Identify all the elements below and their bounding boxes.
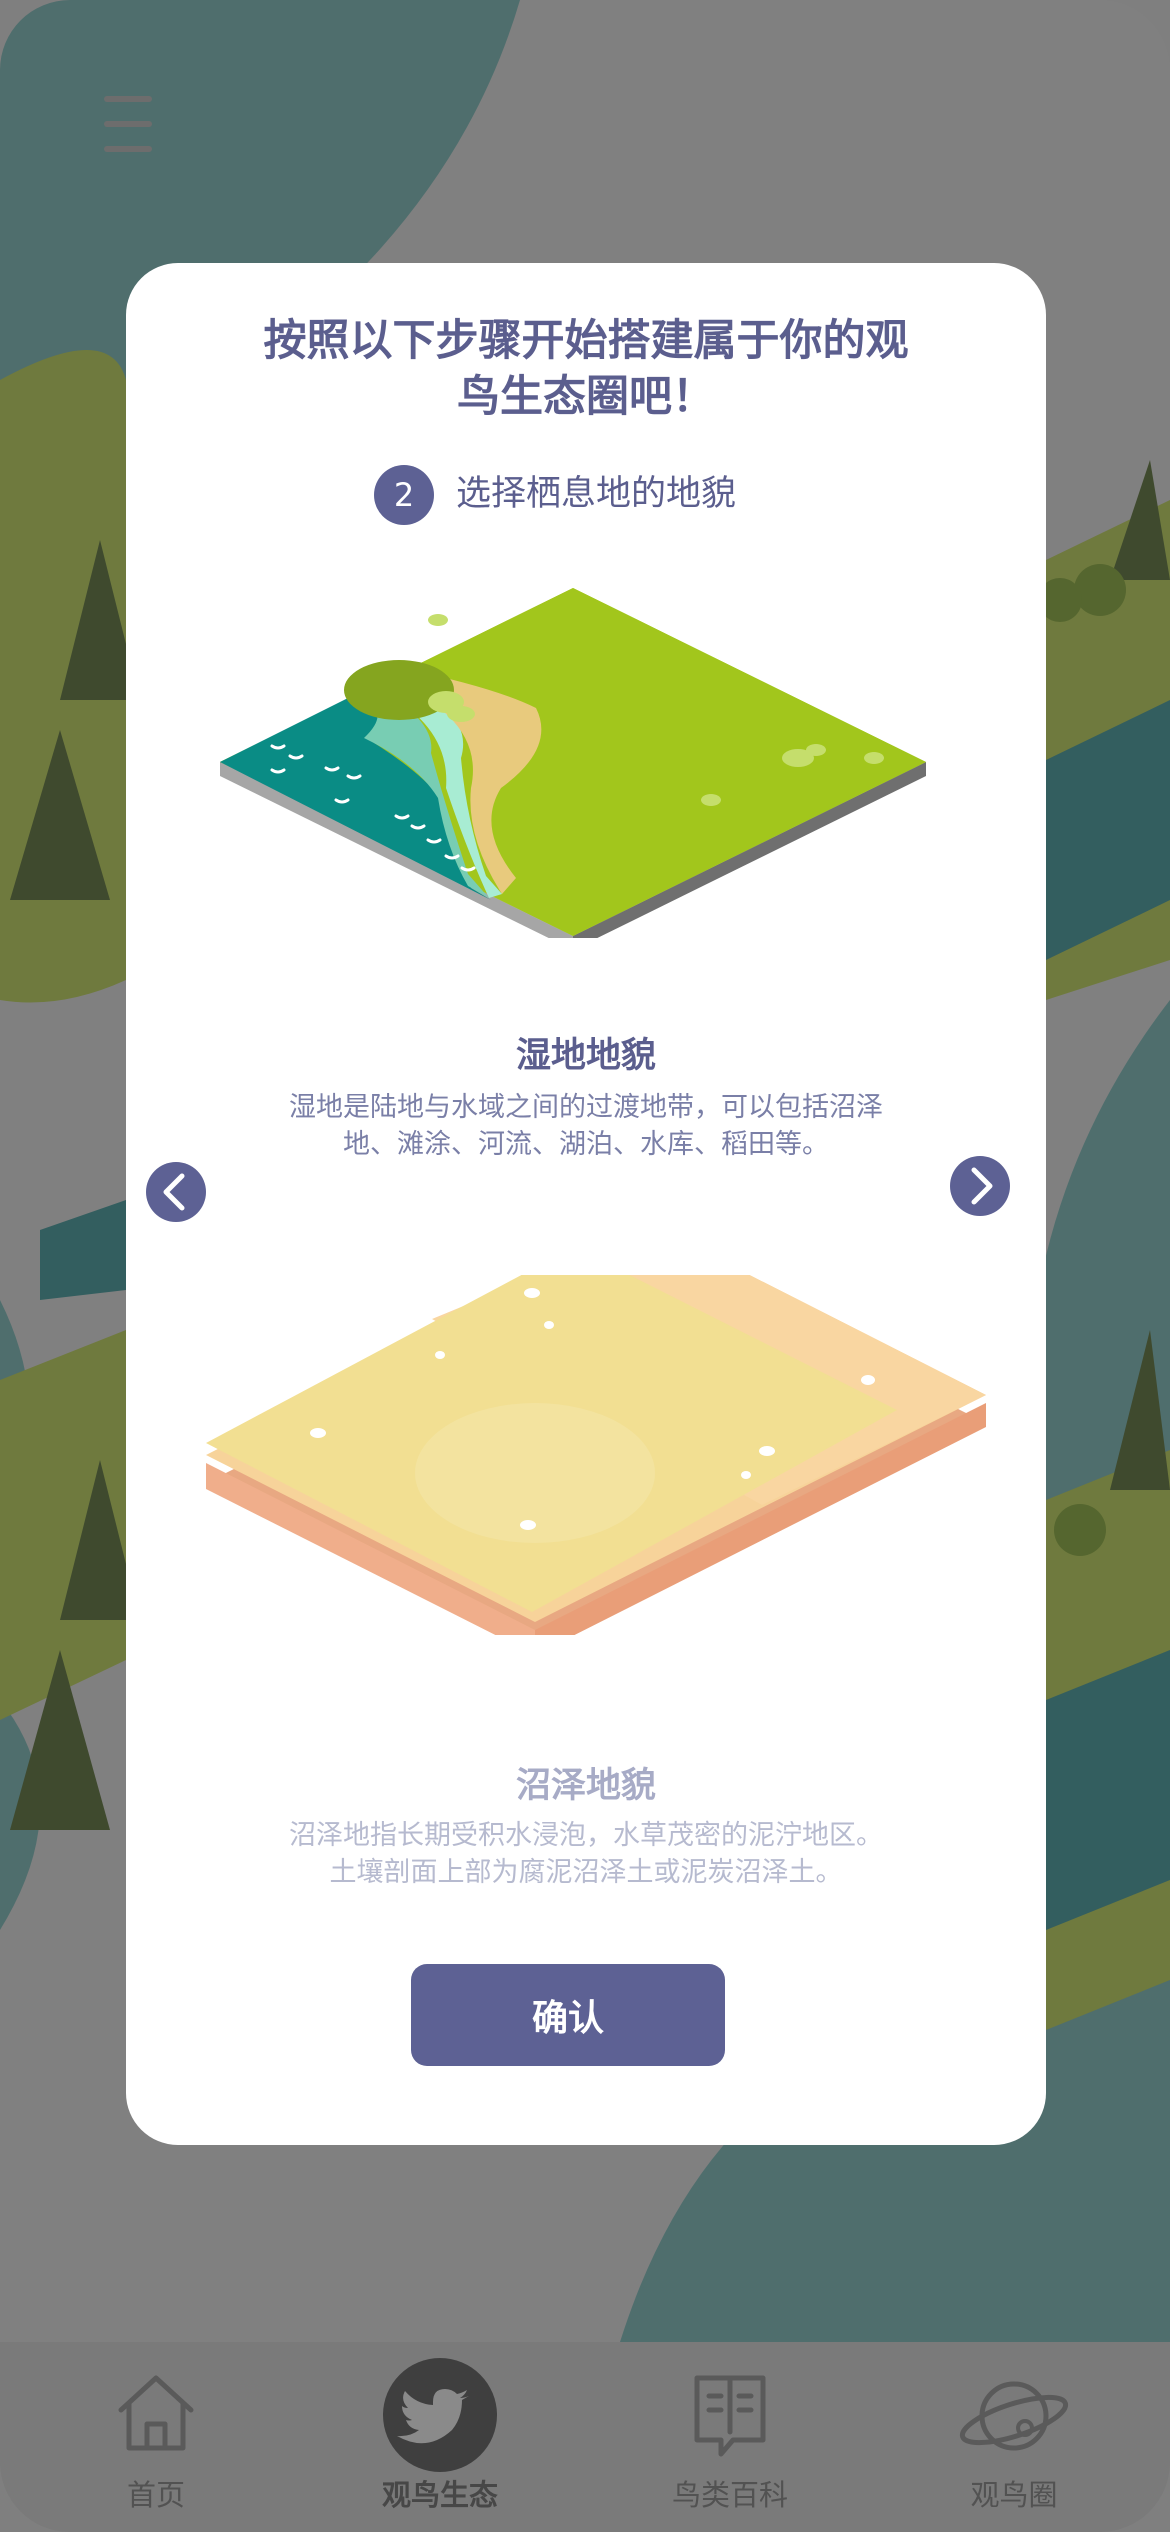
tab-label-bird-ecology: 观鸟生态 xyxy=(381,2478,498,2512)
step-label: 选择栖息地的地貌 xyxy=(456,474,737,514)
step-indicator: 2 选择栖息地的地貌 xyxy=(126,463,1046,527)
book-icon xyxy=(694,2375,766,2457)
menu-line xyxy=(104,146,152,152)
next-terrain-button[interactable] xyxy=(950,1156,1010,1216)
habitat-selection-modal: 按照以下步骤开始搭建属于你的观 鸟生态圈吧！ 2 选择栖息地的地貌 湿地地貌 湿… xyxy=(126,263,1046,2145)
hamburger-menu-icon xyxy=(104,96,152,102)
tab-label-home: 首页 xyxy=(126,2478,185,2512)
tab-bird-circle[interactable]: 观鸟圈 xyxy=(914,2342,1114,2532)
step-number-badge: 2 xyxy=(374,465,434,525)
modal-title-line1: 按照以下步骤开始搭建属于你的观 xyxy=(263,316,909,366)
tab-home[interactable]: 首页 xyxy=(56,2342,256,2532)
home-icon xyxy=(118,2375,194,2451)
bottom-tab-bar: 首页 观鸟生态 鸟类百科 观鸟圈 xyxy=(0,2342,1170,2532)
previous-terrain-button[interactable] xyxy=(146,1162,206,1222)
terrain-desc-marsh-line1: 沼泽地指长期受积水浸泡，水草茂密的泥泞地区。 xyxy=(289,1820,883,1851)
planet-icon xyxy=(959,2381,1069,2451)
marsh-terrain-option[interactable] xyxy=(202,1275,992,1635)
terrain-name-wetland[interactable]: 湿地地貌 xyxy=(126,1033,1046,1079)
chevron-left-icon xyxy=(163,1173,185,1211)
terrain-name-marsh[interactable]: 沼泽地貌 xyxy=(126,1763,1046,1809)
terrain-desc-wetland-line2: 地、滩涂、河流、湖泊、水库、稻田等。 xyxy=(343,1129,829,1160)
menu-line xyxy=(104,121,152,127)
tab-bird-ecology[interactable]: 观鸟生态 xyxy=(340,2342,540,2532)
app-screen: 按照以下步骤开始搭建属于你的观 鸟生态圈吧！ 2 选择栖息地的地貌 湿地地貌 湿… xyxy=(0,0,1170,2532)
tab-label-bird-circle: 观鸟圈 xyxy=(970,2478,1058,2512)
modal-title-line2: 鸟生态圈吧！ xyxy=(457,372,715,422)
terrain-desc-wetland-line1: 湿地是陆地与水域之间的过渡地带，可以包括沼泽 xyxy=(289,1092,883,1123)
tab-label-bird-encyclopedia: 鸟类百科 xyxy=(671,2478,788,2512)
terrain-desc-marsh-line2: 土壤剖面上部为腐泥沼泽土或泥炭沼泽土。 xyxy=(329,1857,843,1888)
confirm-button[interactable]: 确认 xyxy=(411,1964,725,2066)
tab-bird-encyclopedia[interactable]: 鸟类百科 xyxy=(630,2342,830,2532)
twitter-bird-icon xyxy=(383,2358,497,2472)
wetland-terrain-option[interactable] xyxy=(216,588,956,938)
chevron-right-icon xyxy=(971,1167,993,1205)
menu-button[interactable] xyxy=(100,92,156,156)
